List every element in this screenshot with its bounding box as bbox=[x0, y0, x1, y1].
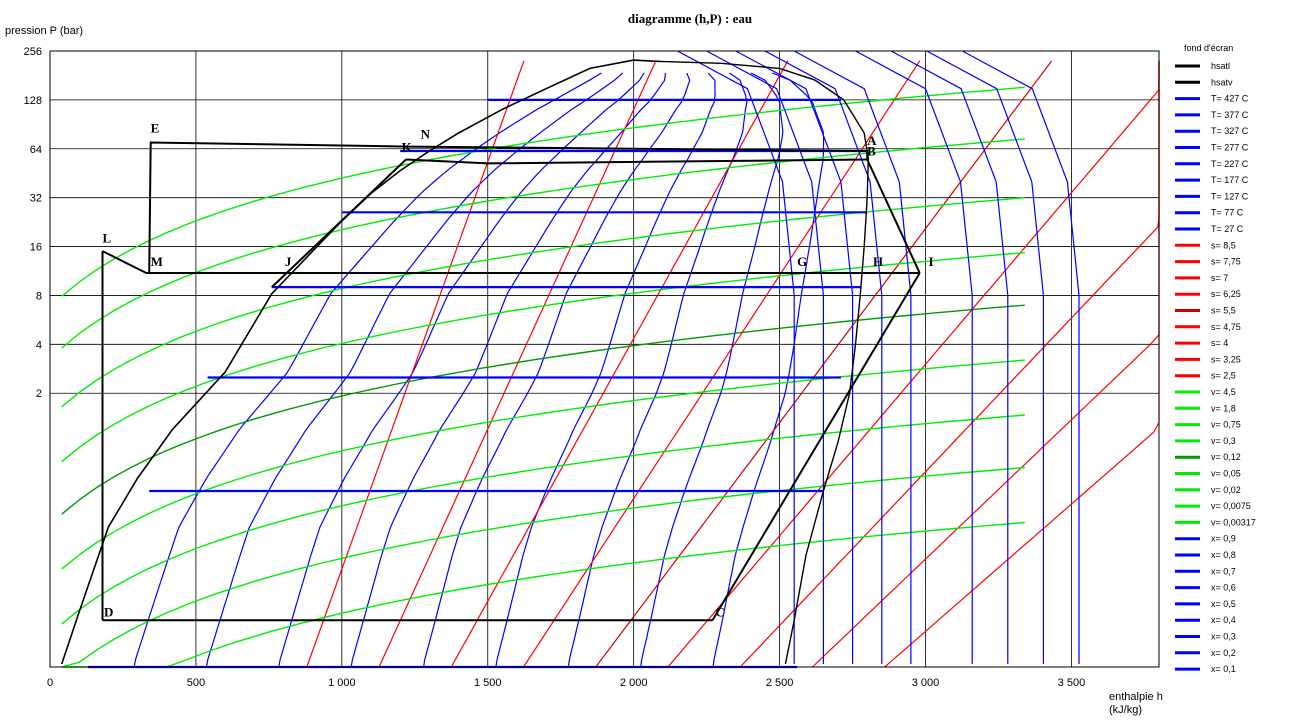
legend-label: T= 327 C bbox=[1211, 126, 1249, 136]
cycle-point-label: G bbox=[797, 254, 807, 269]
isochore-line bbox=[61, 138, 1025, 349]
legend-label: v= 0,05 bbox=[1211, 469, 1241, 479]
legend-label: s= 4,75 bbox=[1211, 322, 1241, 332]
legend-label: x= 0,3 bbox=[1211, 632, 1236, 642]
legend-label: T= 177 C bbox=[1211, 175, 1249, 185]
chart-title: diagramme (h,P) : eau bbox=[628, 11, 752, 26]
cycle-point-label: E bbox=[151, 121, 160, 136]
x-tick-label: 500 bbox=[187, 677, 205, 689]
y-tick-label: 4 bbox=[36, 339, 42, 351]
y-tick-label: 16 bbox=[30, 242, 42, 254]
legend-label: T= 27 C bbox=[1211, 224, 1244, 234]
legend-label: hsatv bbox=[1211, 77, 1233, 87]
legend-label: T= 127 C bbox=[1211, 191, 1249, 201]
y-tick-label: 64 bbox=[30, 144, 42, 156]
legend-label: s= 2,5 bbox=[1211, 371, 1236, 381]
y-tick-label: 32 bbox=[30, 193, 42, 205]
y-axis-label: pression P (bar) bbox=[5, 25, 83, 37]
x-tick-label: 1 000 bbox=[328, 677, 356, 689]
cycle-point-label: N bbox=[421, 126, 431, 141]
y-tick-label: 256 bbox=[24, 46, 42, 58]
cycle-point-label: M bbox=[151, 254, 163, 269]
legend-label: x= 0,6 bbox=[1211, 583, 1236, 593]
y-tick-label: 128 bbox=[24, 95, 42, 107]
y-tick-label: 2 bbox=[36, 388, 42, 400]
cycle-point-label: B bbox=[867, 143, 876, 158]
legend-label: T= 427 C bbox=[1211, 94, 1249, 104]
legend-label: s= 5,5 bbox=[1211, 306, 1236, 316]
isochore-line bbox=[61, 197, 1025, 408]
legend-label: x= 0,4 bbox=[1211, 615, 1236, 625]
isotherm-line bbox=[706, 50, 825, 664]
legend-label: T= 227 C bbox=[1211, 159, 1249, 169]
cycle-point-label: D bbox=[104, 604, 113, 619]
x-tick-label: 2 000 bbox=[620, 677, 648, 689]
legend-label: x= 0,9 bbox=[1211, 534, 1236, 544]
cycle-point-label: K bbox=[402, 140, 413, 155]
x-axis-label: enthalpie h bbox=[1109, 691, 1163, 703]
legend-label: v= 0,0075 bbox=[1211, 501, 1251, 511]
legend-label: v= 1,8 bbox=[1211, 403, 1236, 413]
x-tick-label: 3 500 bbox=[1058, 677, 1086, 689]
legend-title: fond d'écran bbox=[1184, 43, 1233, 53]
legend-label: s= 3,25 bbox=[1211, 354, 1241, 364]
legend: hsatl hsatv T= 427 C T= 377 C T= 327 C T= 277… bbox=[1175, 61, 1256, 674]
cycle-point-label: C bbox=[715, 604, 724, 619]
legend-label: T= 277 C bbox=[1211, 143, 1249, 153]
x-tick-label: 2 500 bbox=[766, 677, 794, 689]
quality-line bbox=[712, 72, 825, 668]
legend-label: s= 7 bbox=[1211, 273, 1228, 283]
legend-label: s= 6,25 bbox=[1211, 289, 1241, 299]
legend-label: T= 77 C bbox=[1211, 208, 1244, 218]
cycle-point-label: I bbox=[928, 254, 933, 269]
legend-label: v= 4,5 bbox=[1211, 387, 1236, 397]
legend-label: s= 8,5 bbox=[1211, 240, 1236, 250]
legend-label: x= 0,1 bbox=[1211, 664, 1236, 674]
legend-label: s= 4 bbox=[1211, 338, 1228, 348]
legend-label: v= 0,00317 bbox=[1211, 517, 1256, 527]
cycle-segment bbox=[148, 141, 869, 274]
x-tick-label: 0 bbox=[47, 677, 53, 689]
legend-label: v= 0,75 bbox=[1211, 420, 1241, 430]
isochore-line bbox=[61, 359, 1025, 570]
x-axis-unit: (kJ/kg) bbox=[1109, 704, 1142, 716]
x-tick-label: 1 500 bbox=[474, 677, 502, 689]
legend-label: v= 0,3 bbox=[1211, 436, 1236, 446]
isotherm-line bbox=[677, 50, 795, 664]
cycle-point-label: J bbox=[285, 254, 292, 269]
hp-diagram: diagramme (h,P) : eau pression P (bar) e… bbox=[5, 11, 1256, 716]
legend-label: s= 7,75 bbox=[1211, 257, 1241, 267]
legend-label: x= 0,7 bbox=[1211, 566, 1236, 576]
y-tick-label: 8 bbox=[36, 290, 42, 302]
cycle-point-label: H bbox=[873, 254, 883, 269]
legend-label: v= 0,02 bbox=[1211, 485, 1241, 495]
x-tick-label: 3 000 bbox=[912, 677, 940, 689]
legend-label: x= 0,8 bbox=[1211, 550, 1236, 560]
legend-label: hsatl bbox=[1211, 61, 1230, 71]
cycle-point-label: L bbox=[103, 231, 112, 246]
legend-label: v= 0,12 bbox=[1211, 452, 1241, 462]
legend-label: T= 377 C bbox=[1211, 110, 1249, 120]
isochore-line bbox=[61, 304, 1025, 515]
legend-label: x= 0,2 bbox=[1211, 648, 1236, 658]
legend-label: x= 0,5 bbox=[1211, 599, 1236, 609]
